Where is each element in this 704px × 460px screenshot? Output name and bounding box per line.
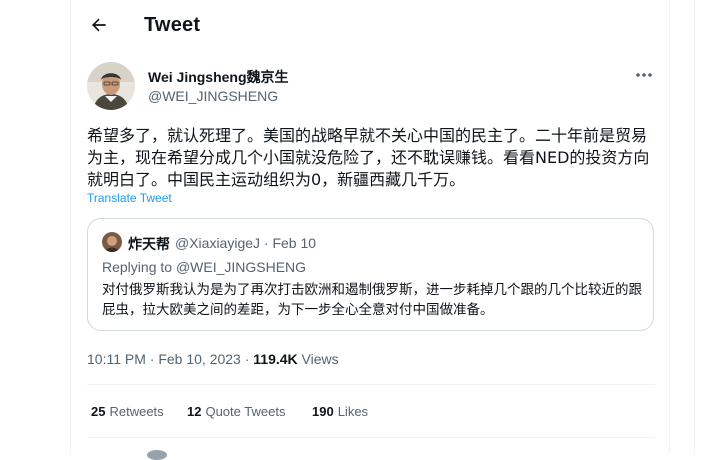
retweets-count: 25	[91, 404, 106, 419]
tweet-timestamp[interactable]: 10:11 PM · Feb 10, 2023 ·	[87, 351, 253, 367]
likes-label: Likes	[337, 404, 369, 419]
replying-prefix: Replying to	[102, 259, 176, 275]
more-options-button[interactable]	[631, 65, 657, 85]
views-label: Views	[297, 351, 339, 367]
quote-author-name: 炸天帮	[128, 237, 170, 253]
more-horizontal-icon	[636, 73, 652, 77]
divider	[87, 437, 655, 438]
arrow-left-icon	[92, 18, 106, 32]
replying-handle[interactable]: @WEI_JINGSHENG	[176, 259, 306, 275]
author-handle[interactable]: @WEI_JINGSHENG	[148, 88, 278, 104]
translate-tweet-link[interactable]: Translate Tweet	[87, 191, 172, 205]
quote-meta: @XiaxiayigeJ · Feb 10	[175, 235, 317, 251]
quote-tweets-count: 12	[187, 404, 202, 419]
retweets-stat[interactable]: 25 Retweets	[91, 404, 164, 419]
retweets-label: Retweets	[109, 404, 164, 419]
views-count: 119.4K	[253, 351, 298, 367]
likes-stat[interactable]: 190 Likes	[312, 404, 368, 419]
quoted-tweet[interactable]: 炸天帮 @XiaxiayigeJ · Feb 10 Replying to @W…	[87, 218, 654, 331]
divider	[87, 384, 655, 385]
reply-icon[interactable]	[147, 450, 167, 460]
right-sidebar-edge	[694, 0, 704, 454]
page-title: Tweet	[144, 14, 201, 36]
author-avatar[interactable]	[87, 62, 135, 110]
quote-replying-to: Replying to @WEI_JINGSHENG	[102, 259, 306, 275]
quote-tweets-stat[interactable]: 12 Quote Tweets	[187, 404, 285, 419]
tweet-meta: 10:11 PM · Feb 10, 2023 · 119.4K Views	[87, 351, 339, 367]
quote-text: 对付俄罗斯我认为是为了再次打击欧洲和遏制俄罗斯，进一步耗掉几个跟的几个比较近的跟…	[102, 282, 642, 318]
tweet-column: Tweet Wei Jingsheng魏京生 @WEI_JINGSHENG 希望…	[70, 0, 670, 460]
quote-tweets-label: Quote Tweets	[205, 404, 286, 419]
tweet-header: Tweet	[71, 0, 669, 53]
author-name[interactable]: Wei Jingsheng魏京生	[148, 67, 289, 87]
back-button[interactable]	[85, 11, 113, 39]
tweet-text: 希望多了，就认死理了。美国的战略早就不关心中国的民主了。二十年前是贸易为主，现在…	[87, 126, 650, 189]
likes-count: 190	[312, 404, 334, 419]
quote-avatar	[102, 232, 122, 252]
